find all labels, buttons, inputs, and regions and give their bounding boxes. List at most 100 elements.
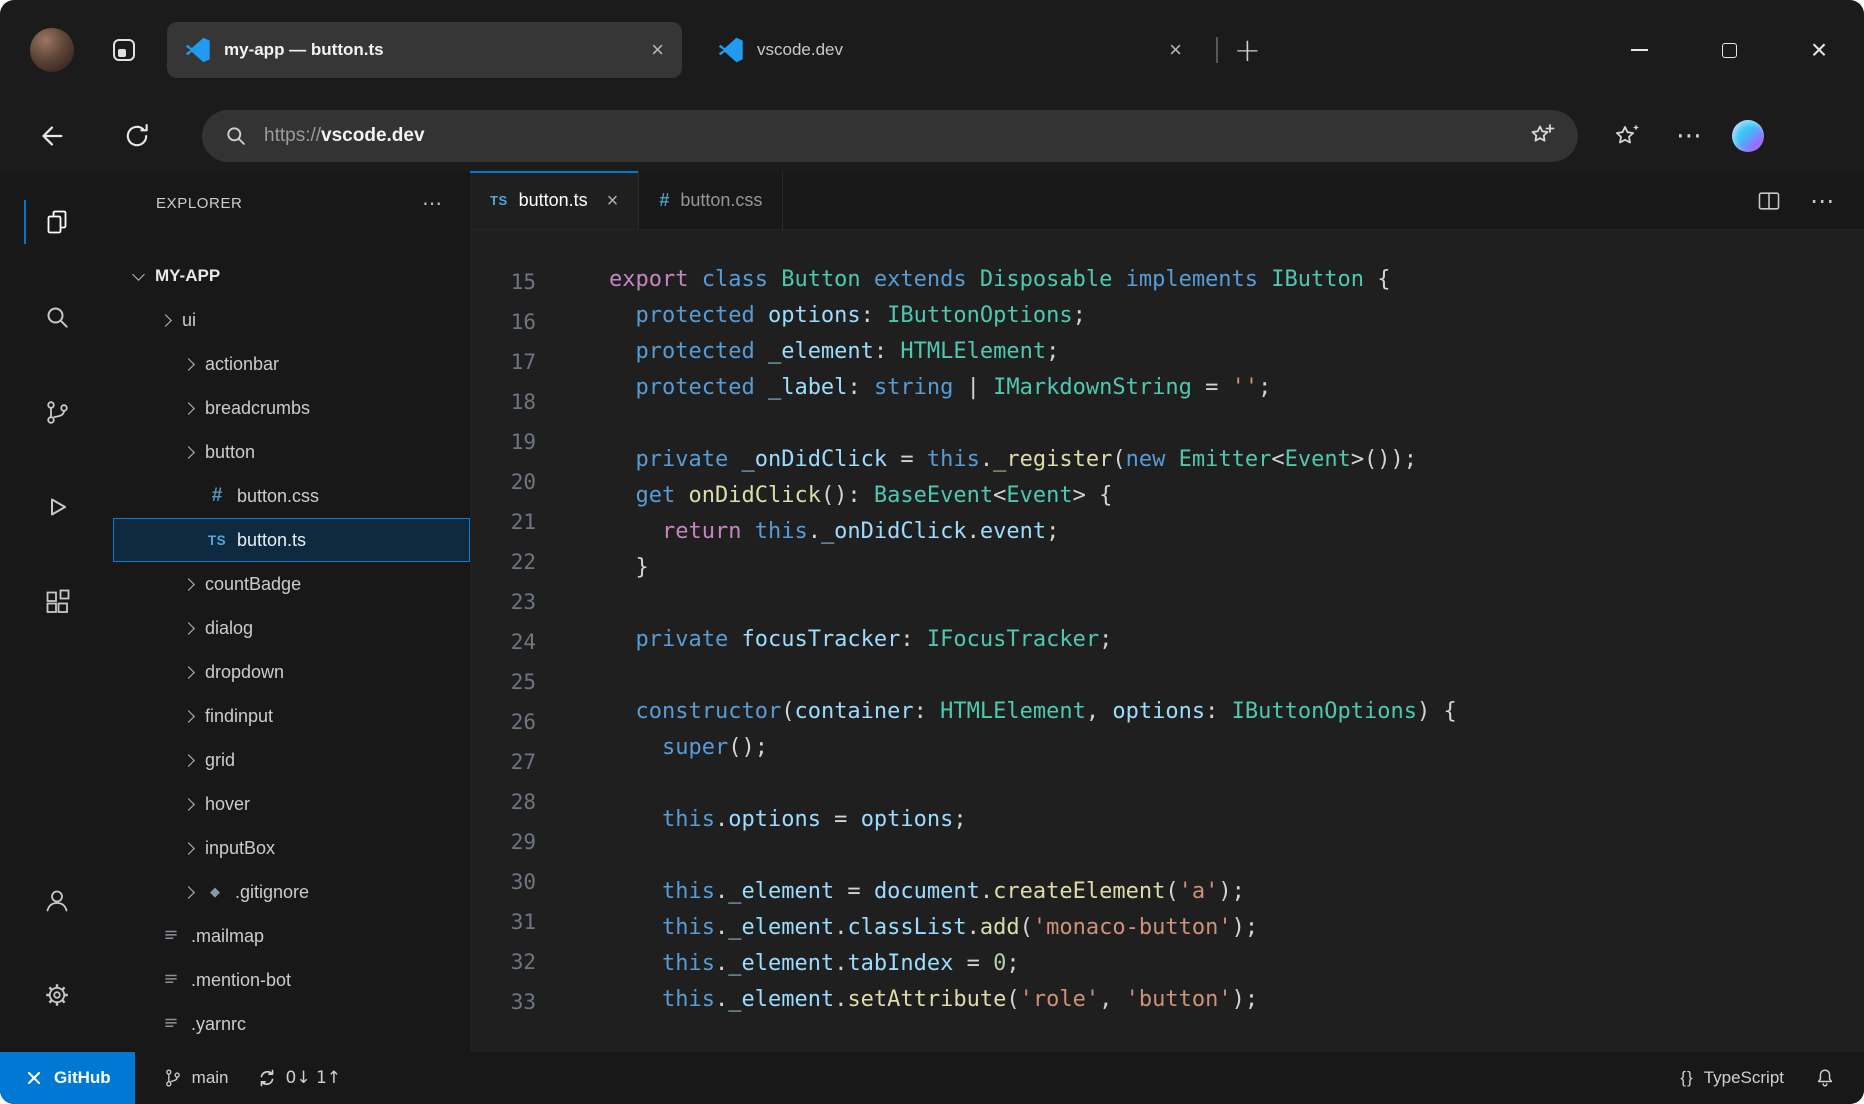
code-line	[609, 766, 1457, 802]
line-number: 20	[470, 462, 536, 502]
code-line: this._element.setAttribute('role', 'butt…	[609, 982, 1457, 1018]
code-line: this._element = document.createElement('…	[609, 874, 1457, 910]
code-line: return this._onDidClick.event;	[609, 514, 1457, 550]
tree-item-dropdown[interactable]: dropdown	[113, 650, 470, 694]
tree-item-breadcrumbs[interactable]: breadcrumbs	[113, 386, 470, 430]
chevron-right-icon	[159, 314, 172, 327]
tree-item-yarnrc[interactable]: .yarnrc	[113, 1002, 470, 1046]
line-number-gutter: 15161718192021222324252627282930313233	[470, 262, 558, 1052]
language-indicator[interactable]: TypeScript	[1704, 1068, 1784, 1088]
tree-item-button.css[interactable]: #button.css	[113, 474, 470, 518]
tree-item-grid[interactable]: grid	[113, 738, 470, 782]
browser-tab-strip: my-app — button.ts × vscode.dev × + ×	[0, 0, 1864, 100]
tree-item-countbadge[interactable]: countBadge	[113, 562, 470, 606]
remote-icon	[24, 1068, 44, 1088]
browser-tab-vscode-dev[interactable]: vscode.dev ×	[700, 22, 1200, 78]
tree-item-dialog[interactable]: dialog	[113, 606, 470, 650]
notifications-bell-icon[interactable]	[1814, 1067, 1836, 1089]
line-number: 16	[470, 302, 536, 342]
editor-tab-label: button.ts	[519, 190, 588, 211]
browser-tab-my-app[interactable]: my-app — button.ts ×	[167, 22, 682, 78]
chevron-right-icon	[182, 622, 195, 635]
editor-tab-button-css[interactable]: # button.css	[639, 172, 783, 229]
back-button[interactable]	[28, 113, 74, 159]
code-line: }	[609, 550, 1457, 586]
tree-item-hover[interactable]: hover	[113, 782, 470, 826]
code-content: export class Button extends Disposable i…	[558, 262, 1457, 1052]
code-line: private _onDidClick = this._register(new…	[609, 442, 1457, 478]
activity-account[interactable]	[0, 876, 113, 924]
line-number: 30	[470, 862, 536, 902]
activity-search[interactable]	[0, 293, 113, 341]
tree-item-label: .yarnrc	[191, 1014, 246, 1035]
tree-item-ui[interactable]: ui	[113, 298, 470, 342]
url-scheme: https://	[264, 125, 321, 146]
editor-tab-label: button.css	[680, 190, 762, 211]
branch-label: main	[192, 1068, 229, 1088]
tree-item-findinput[interactable]: findinput	[113, 694, 470, 738]
vscode-logo-icon	[185, 37, 211, 63]
tree-item-my-app[interactable]: MY-APP	[113, 254, 470, 298]
code-line: this._element.tabIndex = 0;	[609, 946, 1457, 982]
chevron-right-icon	[182, 358, 195, 371]
tree-item-mention-bot[interactable]: .mention-bot	[113, 958, 470, 1002]
split-editor-icon[interactable]	[1756, 188, 1782, 214]
file-tree: MY-APP uiactionbarbreadcrumbsbutton#butto…	[113, 254, 470, 1046]
close-window-button[interactable]: ×	[1774, 0, 1864, 100]
remote-indicator[interactable]: GitHub	[0, 1052, 135, 1104]
workspaces-icon[interactable]	[110, 36, 138, 64]
editor-tab-button-ts[interactable]: TS button.ts ×	[470, 172, 639, 229]
minimize-icon	[1631, 49, 1648, 51]
code-line: protected _element: HTMLElement;	[609, 334, 1457, 370]
chevron-right-icon	[182, 886, 195, 899]
new-tab-button[interactable]: +	[1234, 34, 1261, 66]
tree-item-button[interactable]: button	[113, 430, 470, 474]
tree-item-gitignore[interactable]: ◆.gitignore	[113, 870, 470, 914]
tree-item-mailmap[interactable]: .mailmap	[113, 914, 470, 958]
maximize-button[interactable]	[1684, 0, 1774, 100]
tab-separator	[1216, 37, 1218, 63]
sidebar-more-actions-icon[interactable]: ⋯	[422, 193, 442, 213]
close-tab-icon[interactable]: ×	[607, 191, 619, 211]
tree-item-label: hover	[205, 794, 250, 815]
line-number: 31	[470, 902, 536, 942]
git-branch-icon	[163, 1068, 183, 1088]
css-file-icon: #	[207, 485, 227, 507]
refresh-button[interactable]	[114, 113, 160, 159]
tree-item-actionbar[interactable]: actionbar	[113, 342, 470, 386]
code-editor[interactable]: 15161718192021222324252627282930313233 e…	[470, 230, 1864, 1052]
favorites-icon[interactable]	[1612, 121, 1642, 151]
tree-item-inputbox[interactable]: inputBox	[113, 826, 470, 870]
text-file-icon	[161, 927, 181, 945]
line-number: 23	[470, 582, 536, 622]
profile-avatar[interactable]	[30, 28, 74, 72]
editor-more-actions-icon[interactable]: ⋯	[1810, 187, 1834, 215]
settings-gear-icon[interactable]	[0, 971, 113, 1019]
line-number: 26	[470, 702, 536, 742]
add-favorite-icon[interactable]	[1528, 122, 1556, 150]
browser-menu-icon[interactable]: ⋯	[1676, 121, 1702, 151]
sync-indicator[interactable]: 0↓ 1↑	[257, 1068, 342, 1088]
line-number: 22	[470, 542, 536, 582]
activity-source-control[interactable]	[0, 388, 113, 436]
tree-item-label: grid	[205, 750, 235, 771]
line-number: 15	[470, 262, 536, 302]
address-bar[interactable]: https://vscode.dev	[202, 110, 1578, 162]
url-text: https://vscode.dev	[264, 125, 425, 147]
sidebar-header: EXPLORER ⋯	[113, 172, 470, 234]
close-tab-icon[interactable]: ×	[651, 39, 664, 61]
chevron-right-icon	[182, 754, 195, 767]
search-icon	[224, 124, 248, 148]
tree-item-button.ts[interactable]: TSbutton.ts	[113, 518, 470, 562]
sidebar-title: EXPLORER	[156, 195, 243, 212]
minimize-button[interactable]	[1594, 0, 1684, 100]
chevron-down-icon	[132, 268, 145, 281]
branch-indicator[interactable]: main	[163, 1068, 229, 1088]
activity-extensions[interactable]	[0, 578, 113, 626]
copilot-icon[interactable]	[1732, 120, 1764, 152]
tree-item-label: MY-APP	[155, 266, 220, 286]
activity-explorer[interactable]	[0, 198, 113, 246]
activity-run-debug[interactable]	[0, 483, 113, 531]
code-line: protected _label: string | IMarkdownStri…	[609, 370, 1457, 406]
close-tab-icon[interactable]: ×	[1169, 39, 1182, 61]
